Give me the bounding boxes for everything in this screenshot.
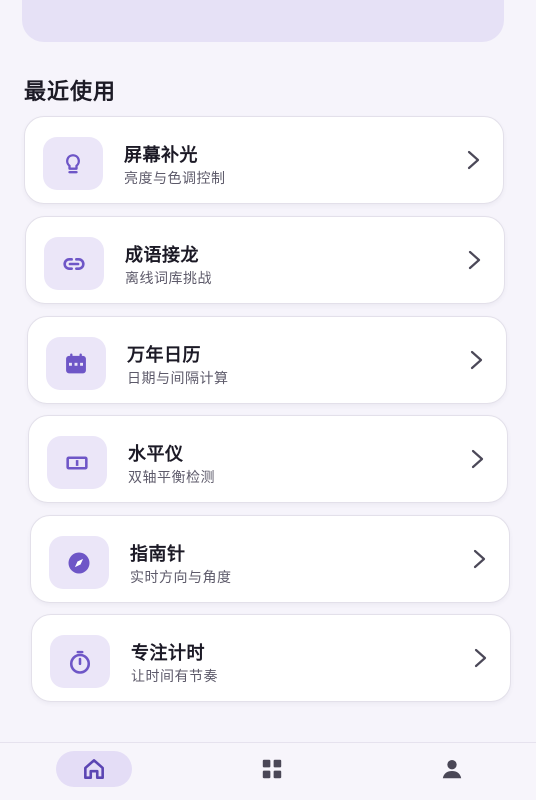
- tab-apps[interactable]: [244, 751, 300, 787]
- recent-item-compass[interactable]: 指南针 实时方向与角度: [30, 515, 510, 603]
- chevron-right-icon: [468, 250, 481, 270]
- chevron-right-icon: [470, 350, 483, 370]
- link-icon: [63, 257, 85, 270]
- item-subtitle: 让时间有节奏: [131, 669, 218, 685]
- item-subtitle: 实时方向与角度: [130, 570, 232, 586]
- recent-item-focus-timer[interactable]: 专注计时 让时间有节奏: [31, 614, 511, 702]
- recent-item-screen-light[interactable]: 屏幕补光 亮度与色调控制: [24, 116, 504, 204]
- tab-profile[interactable]: [424, 751, 480, 787]
- level-icon: [66, 455, 88, 470]
- item-title: 水平仪: [128, 444, 184, 465]
- recent-item-level[interactable]: 水平仪 双轴平衡检测: [28, 415, 508, 503]
- chevron-right-icon: [471, 449, 484, 469]
- home-icon: [84, 759, 104, 779]
- person-icon: [442, 760, 462, 779]
- icon-box: [46, 337, 106, 390]
- item-title: 专注计时: [131, 643, 205, 664]
- icon-box: [47, 436, 107, 489]
- icon-box: [49, 536, 109, 589]
- item-subtitle: 日期与间隔计算: [127, 371, 229, 387]
- chevron-right-icon: [474, 648, 487, 668]
- icon-box: [50, 635, 110, 688]
- item-subtitle: 双轴平衡检测: [128, 470, 215, 486]
- lightbulb-icon: [66, 153, 80, 173]
- bottom-tab-bar: [0, 742, 536, 800]
- apps-grid-icon: [262, 759, 282, 779]
- recent-item-idiom-chain[interactable]: 成语接龙 离线词库挑战: [25, 216, 505, 304]
- chevron-right-icon: [467, 150, 480, 170]
- item-title: 成语接龙: [125, 245, 199, 266]
- icon-box: [43, 137, 103, 190]
- timer-icon: [69, 650, 91, 674]
- item-title: 屏幕补光: [124, 145, 198, 166]
- app-screen: 最近使用 屏幕补光 亮度与色调控制 成语接龙 离线词库挑战 万年日历 日期与间隔…: [0, 0, 536, 800]
- tab-home[interactable]: [56, 751, 132, 787]
- item-title: 万年日历: [127, 345, 201, 366]
- item-subtitle: 离线词库挑战: [125, 271, 212, 287]
- item-subtitle: 亮度与色调控制: [124, 171, 226, 187]
- compass-icon: [68, 552, 90, 573]
- recent-item-calendar[interactable]: 万年日历 日期与间隔计算: [27, 316, 507, 404]
- item-title: 指南针: [130, 544, 186, 565]
- recent-list: 屏幕补光 亮度与色调控制 成语接龙 离线词库挑战 万年日历 日期与间隔计算 水平…: [0, 0, 536, 800]
- icon-box: [44, 237, 104, 290]
- chevron-right-icon: [473, 549, 486, 569]
- calendar-icon: [66, 353, 86, 373]
